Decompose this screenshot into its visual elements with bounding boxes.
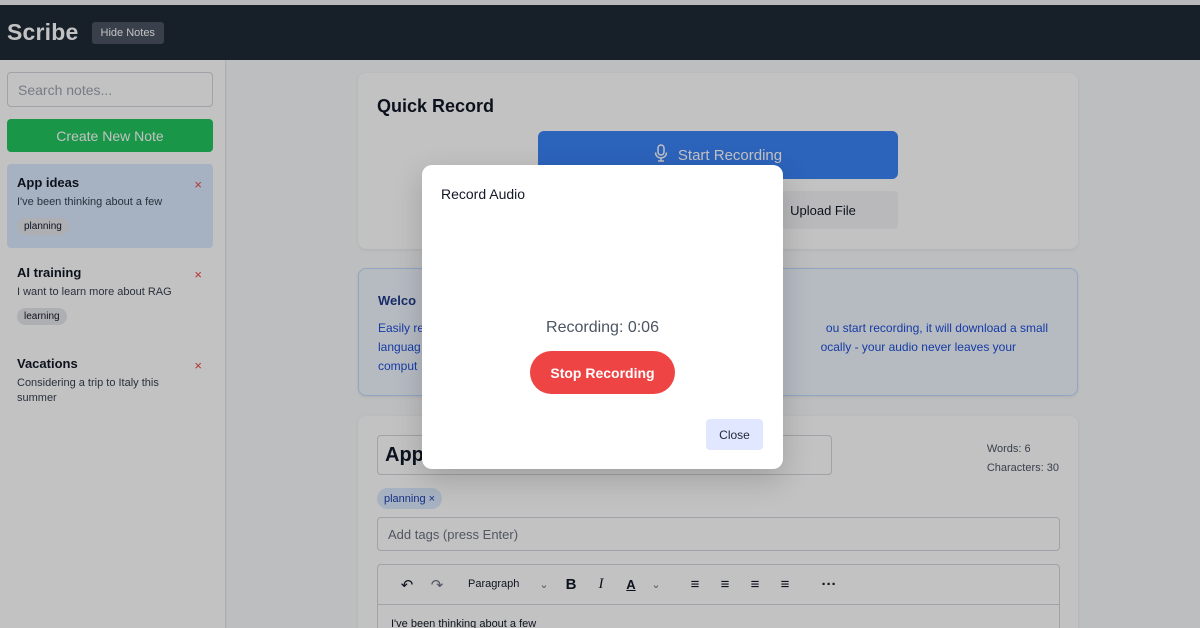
- record-audio-modal: Record Audio Recording: 0:06 Stop Record…: [422, 165, 783, 469]
- app-root: Scribe Hide Notes Create New Note App id…: [0, 0, 1200, 628]
- recording-timer: Recording: 0:06: [546, 319, 659, 336]
- modal-title: Record Audio: [441, 186, 526, 202]
- stop-recording-button[interactable]: Stop Recording: [530, 351, 675, 394]
- close-modal-button[interactable]: Close: [706, 419, 763, 450]
